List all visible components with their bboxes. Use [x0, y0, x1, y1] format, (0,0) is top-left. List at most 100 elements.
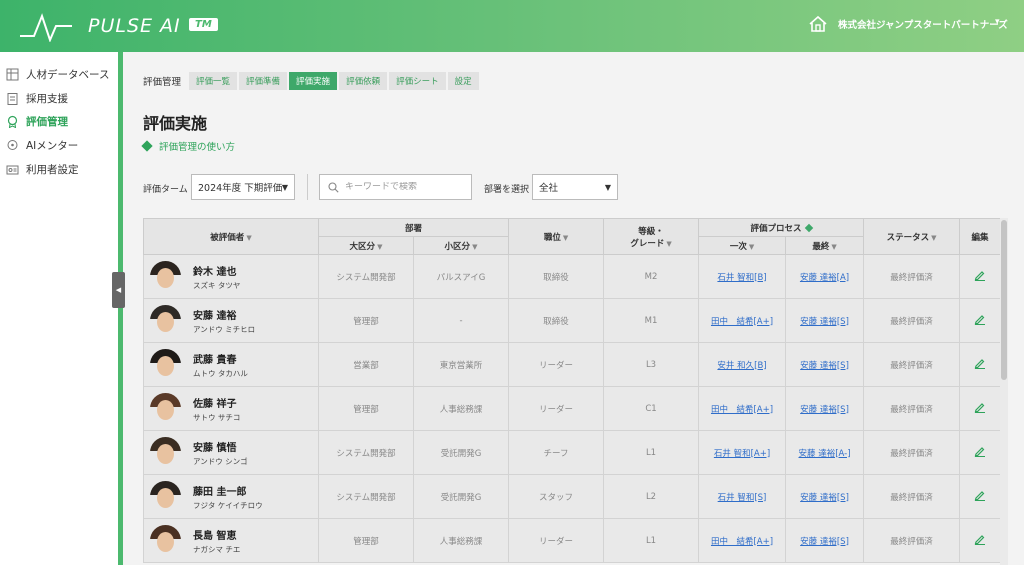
edit-icon[interactable]: [974, 357, 986, 369]
sidebar-item-talent-database[interactable]: 人材データベース: [6, 65, 109, 83]
avatar: [150, 261, 181, 292]
col-evaluatee[interactable]: 被評価者 ▼: [143, 218, 319, 255]
sidebar-item-ai-mentor[interactable]: AIメンター: [6, 136, 78, 154]
first-evaluator-link[interactable]: 田中 結希[A+]: [711, 405, 773, 415]
evaluatee-name[interactable]: 長島 智恵: [193, 527, 240, 542]
avatar: [150, 393, 181, 424]
app-logo[interactable]: PULSE AI: [88, 15, 181, 37]
tab-settings[interactable]: 設定: [447, 72, 479, 90]
edit-icon[interactable]: [974, 533, 986, 545]
final-evaluator-link[interactable]: 安藤 達裕[S]: [800, 317, 849, 327]
diamond-icon: [141, 140, 153, 152]
edit-icon[interactable]: [974, 445, 986, 457]
edit-icon[interactable]: [974, 489, 986, 501]
col-first[interactable]: 一次 ▼: [698, 236, 787, 255]
search-input[interactable]: [345, 182, 460, 192]
cell-grade: L1: [603, 430, 700, 475]
sidebar: 人材データベース 採用支援 評価管理 AIメンター 利用者設定: [0, 52, 118, 565]
cell-dept-minor: -: [412, 298, 510, 343]
table-scrollbar-thumb[interactable]: [1001, 220, 1007, 380]
col-dept: 部署: [317, 218, 510, 237]
avatar: [150, 481, 181, 512]
evaluatee-name[interactable]: 鈴木 達也: [193, 263, 240, 278]
cell-edit: [959, 342, 1000, 387]
cell-position: 取締役: [508, 298, 605, 343]
first-evaluator-link[interactable]: 田中 結希[A+]: [711, 317, 773, 327]
chevron-down-icon[interactable]: ▾: [995, 17, 1000, 27]
edit-icon[interactable]: [974, 269, 986, 281]
tab-evaluation-prep[interactable]: 評価準備: [239, 72, 288, 90]
cell-dept-minor: 東京営業所: [412, 342, 510, 387]
first-evaluator-link[interactable]: 田中 結希[A+]: [711, 537, 773, 547]
col-dept-major[interactable]: 大区分 ▼: [318, 236, 414, 255]
table-row: 武藤 貴春 ムトウ タカハル 営業部 東京営業所 リーダー L3 安井 和久[B] 安藤 達裕…: [143, 342, 1000, 387]
filter-bar: 評価ターム 2024年度 下期評価 ▼ 部署を選択 全社 ▼: [143, 174, 1003, 200]
search-icon: [328, 181, 339, 193]
cell-final-evaluation: 安藤 達裕[A-]: [785, 430, 865, 475]
term-select[interactable]: 2024年度 下期評価 ▼: [191, 174, 295, 200]
cell-first-evaluation: 石井 智和[B]: [698, 254, 787, 299]
table-body: 鈴木 達也 スズキ タツヤ システム開発部 パルスアイG 取締役 M2 石井 智和[B] 安藤…: [143, 254, 1000, 563]
final-evaluator-link[interactable]: 安藤 達裕[S]: [800, 493, 849, 503]
cell-edit: [959, 254, 1000, 299]
col-grade[interactable]: 等級・ グレード ▼: [603, 218, 700, 255]
edit-icon[interactable]: [974, 401, 986, 413]
evaluatee-kana: アンドウ ミチヒロ: [193, 324, 256, 334]
evaluatee-name[interactable]: 武藤 貴春: [193, 351, 248, 366]
sidebar-item-recruiting[interactable]: 採用支援: [6, 89, 68, 107]
cell-first-evaluation: 田中 結希[A+]: [698, 386, 787, 431]
first-evaluator-link[interactable]: 石井 智和[S]: [718, 493, 767, 503]
company-name[interactable]: 株式会社ジャンプスタートパートナーズ: [838, 17, 1008, 31]
evaluatee-kana: ナガシマ チエ: [193, 544, 241, 554]
sort-icon: ▼: [666, 239, 672, 248]
search-box[interactable]: [319, 174, 472, 200]
cell-position: リーダー: [508, 342, 605, 387]
first-evaluator-link[interactable]: 石井 智和[B]: [717, 273, 766, 283]
final-evaluator-link[interactable]: 安藤 達裕[A]: [800, 273, 849, 283]
first-evaluator-link[interactable]: 石井 智和[A+]: [714, 449, 770, 459]
col-status[interactable]: ステータス ▼: [863, 218, 961, 255]
cell-evaluatee: 武藤 貴春ムトウ タカハル: [143, 342, 319, 387]
final-evaluator-link[interactable]: 安藤 達裕[S]: [800, 361, 849, 371]
tab-evaluation-request[interactable]: 評価依頼: [339, 72, 388, 90]
cell-position: リーダー: [508, 386, 605, 431]
dept-select[interactable]: 全社 ▼: [532, 174, 618, 200]
first-evaluator-link[interactable]: 安井 和久[B]: [717, 361, 766, 371]
evaluatee-name[interactable]: 藤田 圭一郎: [193, 483, 263, 498]
col-final[interactable]: 最終 ▼: [785, 236, 865, 255]
evaluatee-name[interactable]: 佐藤 祥子: [193, 395, 240, 410]
avatar: [150, 305, 181, 336]
sort-icon: ▼: [748, 242, 755, 251]
cell-dept-major: システム開発部: [318, 474, 414, 519]
evaluatee-name[interactable]: 安藤 達裕: [193, 307, 255, 322]
sidebar-item-label: AIメンター: [26, 139, 79, 152]
howto-link[interactable]: 評価管理の使い方: [141, 139, 235, 153]
tab-evaluation-sheet[interactable]: 評価シート: [389, 72, 446, 90]
col-position[interactable]: 職位 ▼: [508, 218, 605, 255]
cell-dept-major: 管理部: [318, 518, 414, 563]
cell-status: 最終評価済: [863, 430, 961, 475]
cell-evaluatee: 鈴木 達也 スズキ タツヤ: [143, 254, 319, 299]
sort-icon: ▼: [831, 242, 837, 251]
col-dept-minor[interactable]: 小区分 ▼: [412, 236, 510, 255]
final-evaluator-link[interactable]: 安藤 達裕[A-]: [799, 449, 851, 459]
table-row: 安藤 慎悟 アンドウ シンゴ システム開発部 受託開発G チーフ L1 石井 智和[A+] 安…: [143, 430, 1000, 475]
tab-evaluation-execution[interactable]: 評価実施: [289, 72, 338, 90]
dept-select-value: 全社: [539, 183, 559, 194]
evaluatee-kana: サトウ サチコ: [193, 412, 241, 422]
final-evaluator-link[interactable]: 安藤 達裕[S]: [800, 537, 849, 547]
database-icon: [6, 68, 19, 81]
cell-position: リーダー: [508, 518, 605, 563]
evaluatee-kana: ムトウ タカハル: [193, 368, 248, 378]
home-icon[interactable]: [808, 14, 828, 34]
table-row: 佐藤 祥子 サトウ サチコ 管理部 人事総務課 リーダー C1 田中 結希[A+] 安藤 達裕…: [143, 386, 1000, 431]
edit-icon[interactable]: [974, 313, 986, 325]
final-evaluator-link[interactable]: 安藤 達裕[S]: [800, 405, 849, 415]
tab-evaluation-list[interactable]: 評価一覧: [189, 72, 238, 90]
mentor-icon: [6, 139, 19, 152]
sidebar-item-evaluation[interactable]: 評価管理: [6, 112, 68, 130]
cell-evaluatee: 藤田 圭一郎 フジタ ケイイチロウ: [143, 474, 319, 519]
sidebar-item-user-settings[interactable]: 利用者設定: [6, 160, 79, 178]
cell-dept-minor: 受託開発G: [412, 474, 510, 519]
evaluatee-name[interactable]: 安藤 慎悟: [193, 439, 248, 454]
